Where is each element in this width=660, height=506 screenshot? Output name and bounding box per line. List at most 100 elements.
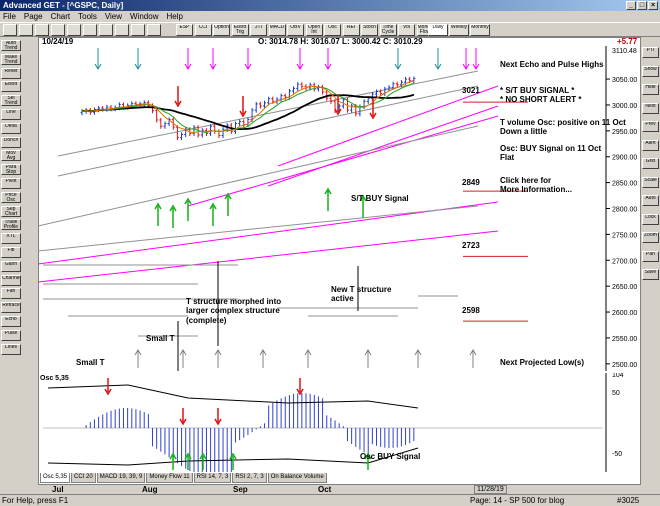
left-tool-9[interactable]: Para Stop	[1, 164, 21, 176]
channel-line-3	[57, 85, 479, 177]
osc-label: Osc 5,35	[40, 375, 69, 382]
right-tool-5[interactable]: Alert	[642, 139, 659, 151]
left-tool-21[interactable]: Pulse	[1, 329, 21, 341]
right-tool-1[interactable]: Show	[642, 65, 659, 77]
chart-date: 10/24/19	[42, 37, 74, 46]
left-tool-1[interactable]: Make Trend	[1, 53, 21, 65]
indicator-tab-5[interactable]: RSI 2, 7, 3	[232, 473, 267, 483]
toolbar-button-2[interactable]: Option	[213, 24, 230, 36]
left-tool-19[interactable]: Retrace	[1, 302, 21, 314]
right-tool-0[interactable]: PTI	[642, 47, 659, 58]
left-tool-5[interactable]: Line	[1, 109, 21, 120]
left-tool-13[interactable]: Trade Profile	[1, 219, 21, 231]
menu-file[interactable]: File	[3, 12, 16, 21]
right-tool-3[interactable]: Next	[642, 102, 659, 114]
next-low-arrow	[469, 349, 477, 368]
toolbar-button-0[interactable]: ESP	[176, 24, 193, 36]
toolbar-button-9[interactable]: REI	[342, 24, 360, 36]
toolbar-icon-5[interactable]	[83, 24, 97, 36]
right-tool-2[interactable]: Hide	[642, 84, 659, 95]
right-tool-6[interactable]: Grid	[642, 158, 659, 169]
osc-tick-label: -50	[612, 451, 622, 458]
left-tool-18[interactable]: Fan	[1, 288, 21, 300]
period-button-monthly[interactable]: Monthly	[470, 24, 490, 36]
left-tool-3[interactable]: Elliott	[1, 81, 21, 93]
toolbar-button-7[interactable]: Open Int	[305, 24, 323, 36]
toolbar-button-5[interactable]: MACD	[268, 24, 286, 36]
toolbar-button-1[interactable]: CCI	[194, 24, 212, 36]
right-tool-12[interactable]: Save	[642, 269, 659, 280]
left-tool-8[interactable]: Mov Avg	[1, 150, 21, 162]
toolbar-icon-1[interactable]	[19, 24, 33, 36]
toolbar-icon-0[interactable]	[3, 24, 17, 36]
price-tick-label: 2650.00	[612, 284, 637, 291]
osc-buy-label: Osc BUY Signal	[360, 452, 421, 461]
toolbar-button-3[interactable]: Elliott Trig	[231, 24, 249, 36]
left-tool-14[interactable]: XTL	[1, 233, 21, 245]
oscillator-chart[interactable]: 104 50 -50	[38, 373, 641, 472]
indicator-tabs: Osc 5,35 CCI 20 MACD 19, 39, 9 Money Flow 1…	[40, 473, 327, 483]
indicator-tab-0[interactable]: Osc 5,35	[40, 473, 71, 483]
toolbar-button-12[interactable]: Vol	[398, 24, 415, 36]
toolbar-icon-3[interactable]	[51, 24, 65, 36]
left-tool-11[interactable]: Price Osc	[1, 191, 21, 203]
toolbar-icon-7[interactable]	[115, 24, 129, 36]
menu-chart[interactable]: Chart	[51, 12, 71, 21]
toolbar-icon-8[interactable]	[131, 24, 145, 36]
indicator-tab-4[interactable]: RSI 14, 7, 3	[193, 473, 232, 483]
annotation-new-t-2: active	[331, 294, 354, 303]
menu-window[interactable]: Window	[130, 12, 158, 21]
toolbar-button-11[interactable]: Time Cycle	[379, 24, 397, 36]
left-tool-6[interactable]: Delta	[1, 122, 21, 134]
right-tool-4[interactable]: Prev	[642, 121, 659, 132]
right-tool-9[interactable]: Lock	[642, 213, 659, 225]
sell-arrow	[174, 86, 182, 108]
next-low-arrow	[214, 349, 222, 368]
right-tool-10[interactable]: Zoom	[642, 232, 659, 243]
left-tool-2[interactable]: Reset	[1, 67, 21, 79]
annotation-osc-1: Osc: BUY Signal on 11 Oct	[500, 144, 602, 153]
minimize-button[interactable]: _	[626, 1, 636, 10]
more-info-link-2[interactable]: More Information...	[500, 185, 572, 195]
menu-tools[interactable]: Tools	[78, 12, 97, 21]
status-bar: For Help, press F1 Page: 14 - SP 500 for…	[0, 494, 660, 505]
indicator-tab-6[interactable]: On Balance Volume	[267, 473, 327, 483]
indicator-tab-1[interactable]: CCI 20	[71, 473, 96, 483]
period-button-daily[interactable]: Daily	[428, 24, 448, 36]
menu-help[interactable]: Help	[166, 12, 182, 21]
price-tick-label: 3000.00	[612, 103, 637, 110]
menu-page[interactable]: Page	[24, 12, 43, 21]
toolbar-button-8[interactable]: Osc	[324, 24, 341, 36]
left-tool-15[interactable]: Fib	[1, 247, 21, 258]
right-tool-11[interactable]: Pan	[642, 250, 659, 262]
left-tool-17[interactable]: Channel	[1, 274, 21, 286]
left-tool-4[interactable]: Sel Trend	[1, 95, 21, 107]
toolbar-button-4[interactable]: JTI	[250, 24, 267, 36]
xaxis-label-oct: Oct	[318, 485, 332, 494]
annotation-next-low: Next Projected Low(s)	[500, 358, 585, 367]
right-tool-8[interactable]: Auto	[642, 195, 659, 206]
toolbar-icon-9[interactable]	[147, 24, 161, 36]
left-tool-16[interactable]: Gann	[1, 260, 21, 272]
annotation-tvol-2: Down a little	[500, 127, 548, 136]
indicator-tab-2[interactable]: MACD 19, 39, 9	[96, 473, 146, 483]
toolbar-button-6[interactable]: OBV	[287, 24, 304, 36]
left-tool-22[interactable]: Lines	[1, 343, 21, 355]
maximize-button[interactable]: □	[637, 1, 647, 10]
indicator-tab-3[interactable]: Money Flow 11	[146, 473, 193, 483]
toolbar-icon-4[interactable]	[67, 24, 81, 36]
next-low-arrow	[414, 349, 422, 368]
left-tool-7[interactable]: Donch	[1, 136, 21, 148]
right-tool-7[interactable]: Scale	[642, 176, 659, 188]
menu-view[interactable]: View	[105, 12, 122, 21]
toolbar-icon-6[interactable]	[99, 24, 113, 36]
left-tool-20[interactable]: Echo	[1, 316, 21, 327]
left-tool-12[interactable]: Sep Chart	[1, 205, 21, 217]
left-tool-10[interactable]: Pivot	[1, 178, 21, 189]
toolbar-icon-2[interactable]	[35, 24, 49, 36]
close-button[interactable]: ×	[648, 1, 658, 10]
left-tool-0[interactable]: Auto Trend	[1, 40, 21, 51]
period-button-weekly[interactable]: Weekly	[449, 24, 469, 36]
toolbar-button-10[interactable]: Stoch	[361, 24, 378, 36]
annotation-t-structure-2: larger complex structure	[186, 306, 280, 315]
